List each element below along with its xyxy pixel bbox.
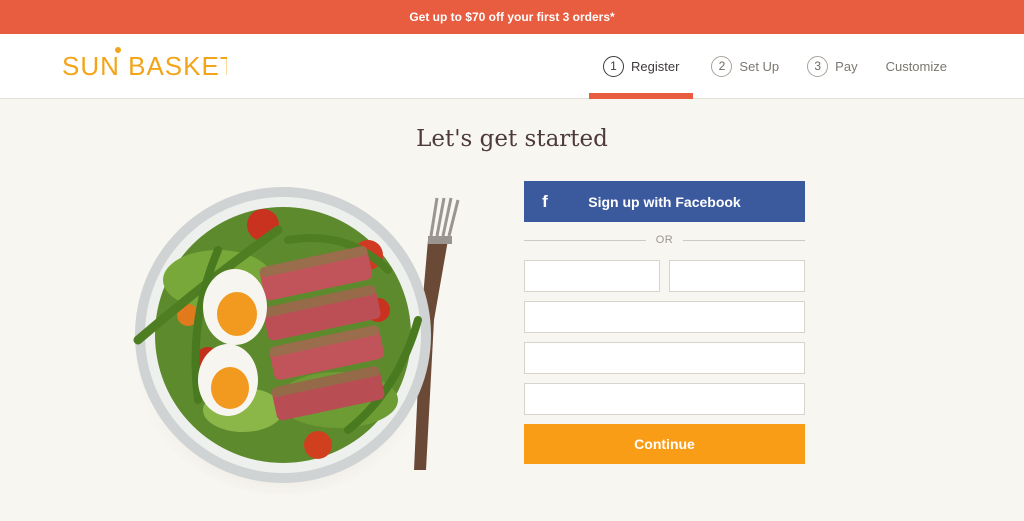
continue-button[interactable]: Continue <box>524 424 805 464</box>
signup-form: f Sign up with Facebook OR Continue <box>524 181 805 464</box>
email-input[interactable] <box>524 301 805 333</box>
facebook-signup-label: Sign up with Facebook <box>588 193 741 210</box>
svg-text:SUN BASKET: SUN BASKET <box>62 51 227 81</box>
step-number: 3 <box>807 55 829 77</box>
facebook-signup-button[interactable]: f Sign up with Facebook <box>524 181 805 222</box>
page-title: Let's get started <box>416 126 608 152</box>
promo-text: Get up to $70 off your first 3 orders* <box>409 10 615 24</box>
step-setup[interactable]: 2 Set Up <box>697 34 793 98</box>
or-text: OR <box>655 234 674 246</box>
first-name-input[interactable] <box>524 260 660 292</box>
step-pay[interactable]: 3 Pay <box>793 34 871 98</box>
step-label: Register <box>631 58 680 74</box>
name-row <box>524 260 805 292</box>
step-register[interactable]: 1 Register <box>589 34 694 99</box>
salad-bowl-image <box>128 170 478 495</box>
password-input[interactable] <box>524 342 805 374</box>
zip-code-input[interactable] <box>524 383 805 415</box>
divider-line <box>683 239 805 241</box>
facebook-f-icon: f <box>542 191 548 211</box>
step-number: 1 <box>603 55 624 77</box>
or-divider: OR <box>524 232 805 248</box>
step-label: Pay <box>835 58 858 74</box>
step-label: Customize <box>885 58 947 74</box>
checkout-steps: 1 Register 2 Set Up 3 Pay Customize <box>589 34 1024 99</box>
promo-banner[interactable]: Get up to $70 off your first 3 orders* <box>0 0 1024 34</box>
last-name-input[interactable] <box>669 260 805 292</box>
sun-basket-logo-icon: SUN BASKET <box>62 47 227 81</box>
sun-basket-logo[interactable]: SUN BASKET <box>62 44 227 84</box>
step-number: 2 <box>711 55 733 77</box>
site-header: SUN BASKET 1 Register 2 Set Up 3 Pay Cus… <box>0 34 1024 99</box>
divider-line <box>524 239 646 241</box>
step-label: Set Up <box>739 58 780 74</box>
step-customize[interactable]: Customize <box>872 34 1024 98</box>
